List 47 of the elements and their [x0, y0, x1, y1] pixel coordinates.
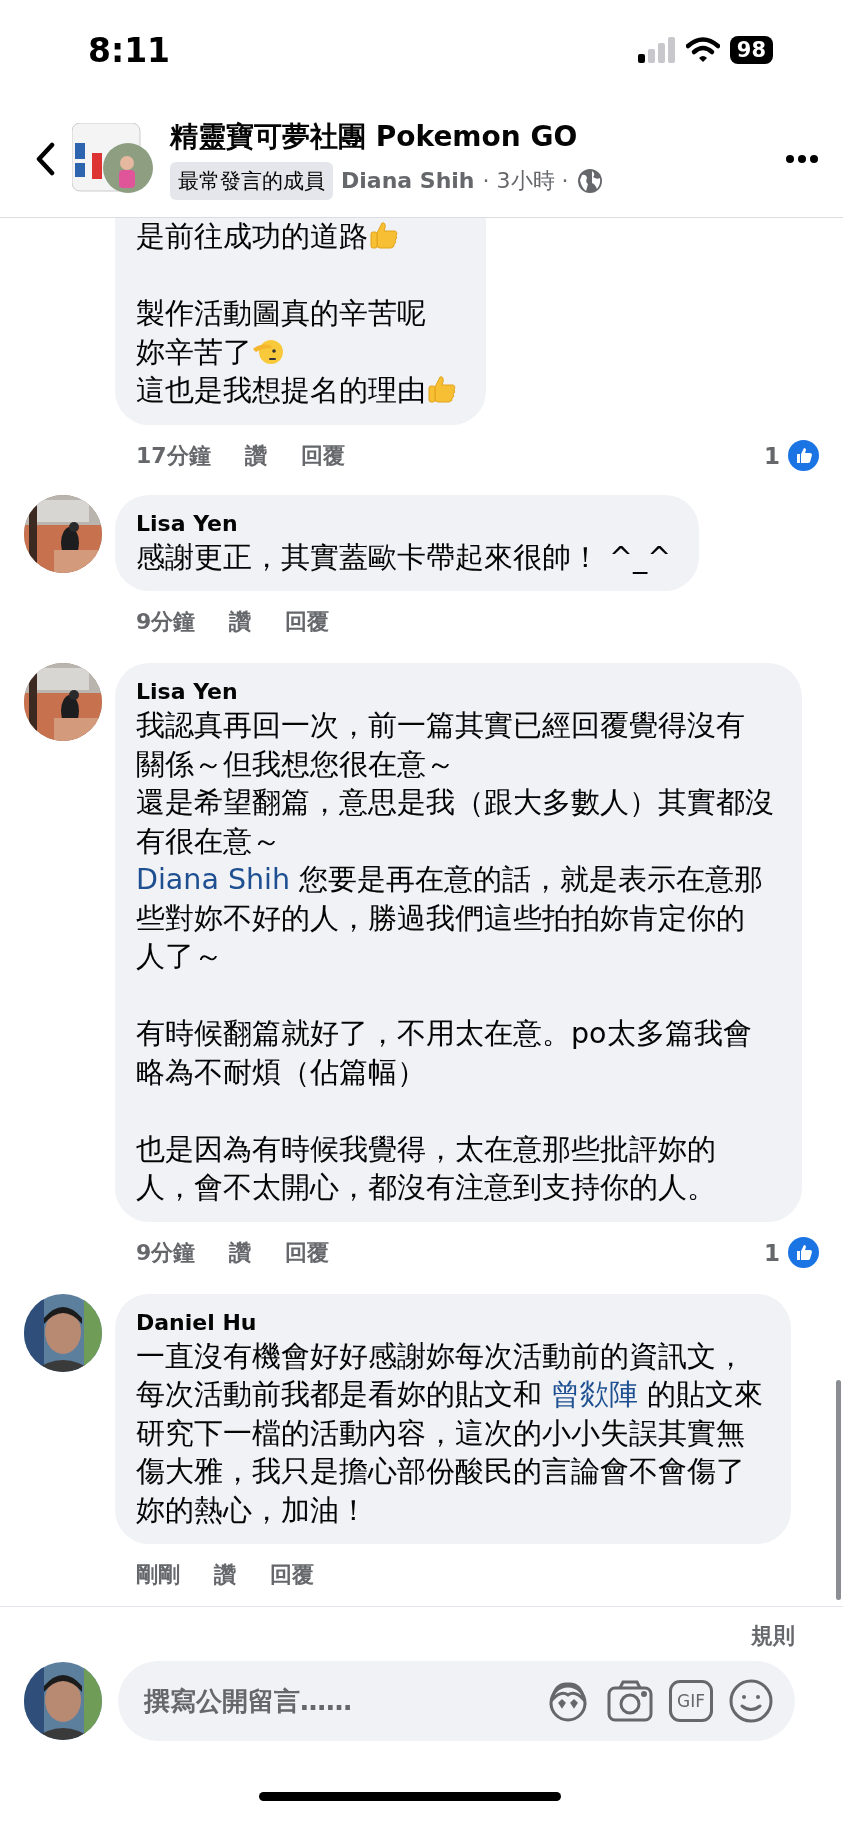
- comment-text: 製作活動圖真的辛苦呢 妳辛苦了 這也是我想提名的理由: [136, 295, 458, 411]
- comment-author[interactable]: Lisa Yen: [136, 508, 672, 539]
- comment-text: 感謝更正，其實蓋歐卡帶起來很帥！ ^_^: [136, 539, 672, 576]
- gif-button[interactable]: GIF: [669, 1680, 713, 1722]
- comment-input-field[interactable]: 撰寫公開留言…… GIF: [118, 1661, 795, 1741]
- comment-text: 是前往成功的道路: [136, 218, 458, 257]
- like-button[interactable]: 讚: [229, 607, 252, 637]
- like-button[interactable]: 讚: [229, 1237, 252, 1268]
- comment-text: 我認真再回一次，前一篇其實已經回覆覺得沒有 關係～但我想您很在意～ 還是希望翻篇，意思是我（跟大多數人）其實都沒 有很在意～ Diana Shih 您要是再在意的話，就是表示在意那 些對妳不好的人，勝過我們這些拍拍妳肯定你的 人了～: [136, 708, 774, 975]
- signal-icon: [637, 37, 676, 63]
- reply-button[interactable]: 回覆: [270, 1560, 314, 1590]
- thumbs-up-icon: [368, 219, 400, 251]
- clock-time: 8:11: [88, 30, 171, 70]
- comment-time: 9分鐘: [136, 608, 196, 636]
- like-icon: [788, 440, 819, 471]
- emoji-icon[interactable]: [729, 1679, 773, 1723]
- comment-text: 也是因為有時候我覺得，太在意那些批評妳的 人，會不太開心，都沒有注意到支持你的人。: [136, 1131, 717, 1206]
- like-icon: [788, 1237, 819, 1268]
- wifi-icon: [685, 37, 720, 63]
- member-badge: 最常發言的成員: [170, 161, 333, 200]
- comment-author[interactable]: Daniel Hu: [136, 1307, 764, 1338]
- camera-icon[interactable]: [607, 1680, 653, 1722]
- comment-author[interactable]: Lisa Yen: [136, 677, 774, 707]
- like-button[interactable]: 讚: [244, 440, 267, 471]
- like-button[interactable]: 讚: [214, 1560, 236, 1590]
- back-button[interactable]: [34, 141, 56, 176]
- post-author[interactable]: Diana Shih: [341, 168, 475, 193]
- comment-text: 一直沒有機會好好感謝妳每次活動前的資訊文， 每次活動前我都是看妳的貼文和 曾欻陣 的貼文來 研究下一檔的活動內容，這次的小小失誤其實無 傷大雅，我只是擔心部份酸民的言論會不會傷了 妳的熱心，加油！: [136, 1338, 764, 1529]
- more-button[interactable]: [785, 153, 819, 164]
- globe-icon: [576, 167, 603, 194]
- like-count: 1: [764, 1239, 780, 1266]
- like-count: 1: [764, 442, 780, 469]
- reply-button[interactable]: 回覆: [285, 1237, 330, 1268]
- thumbs-up-icon: [426, 373, 458, 405]
- comment-time: 17分鐘: [136, 441, 211, 470]
- comment-text: 有時候翻篇就好了，不用太在意。po太多篇我會 略為不耐煩（佔篇幅）: [136, 1016, 753, 1091]
- rules-link[interactable]: 規則: [751, 1621, 795, 1651]
- mention-link[interactable]: 曾欻陣: [551, 1378, 639, 1411]
- post-time: · 3小時 ·: [482, 166, 569, 195]
- comment-time: 9分鐘: [136, 1238, 196, 1267]
- scrollbar[interactable]: [836, 1380, 841, 1600]
- group-title[interactable]: 精靈寶可夢社團 Pokemon GO: [170, 117, 769, 156]
- reply-button[interactable]: 回覆: [285, 607, 330, 637]
- mention-link[interactable]: Diana Shih: [136, 863, 291, 896]
- comment-time: 剛剛: [136, 1561, 180, 1589]
- reply-button[interactable]: 回覆: [300, 440, 345, 471]
- battery-level: 98: [729, 36, 773, 64]
